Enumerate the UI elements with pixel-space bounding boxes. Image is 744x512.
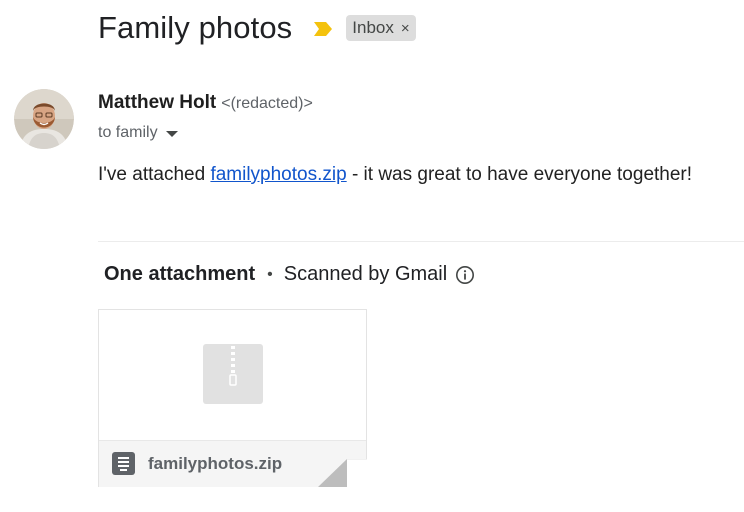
attachment-preview [99,310,366,440]
sender-email: <(redacted)> [221,95,313,112]
email-view: Family photos Inbox × Matthew Holt <(red… [0,0,744,512]
recipients-label: to family [98,124,158,141]
label-chip-text: Inbox [352,18,394,37]
avatar[interactable] [14,89,74,149]
sender-name[interactable]: Matthew Holt [98,92,216,114]
recipients-details-toggle[interactable]: to family [98,124,178,142]
remove-label-close-icon[interactable]: × [401,21,410,36]
separator-dot: • [267,265,273,283]
attachment-file-name: familyphotos.zip [148,454,283,473]
archive-file-icon [112,452,135,475]
body-text-suffix: - it was great to have everyone together… [346,164,693,185]
info-icon[interactable] [455,265,475,285]
divider [98,241,744,242]
attachment-link[interactable]: familyphotos.zip [210,164,346,185]
sender-line: Matthew Holt <(redacted)> [98,92,313,114]
avatar-photo [14,89,74,149]
email-subject: Family photos [98,10,293,45]
scan-status: Scanned by Gmail [283,263,448,285]
email-body: I've attached familyphotos.zip - it was … [98,164,692,186]
label-chip-inbox: Inbox × [346,15,416,41]
importance-marker-icon[interactable] [312,21,334,37]
attachments-header: One attachment • Scanned by Gmail [104,263,475,286]
body-text-prefix: I've attached [98,164,211,185]
page-curl-icon [307,458,367,487]
caret-down-icon[interactable] [165,131,178,137]
attachment-card[interactable]: familyphotos.zip [98,309,367,487]
subject-row: Family photos Inbox × [98,6,416,50]
zip-file-icon [203,344,263,404]
attachment-count: One attachment [104,263,256,285]
